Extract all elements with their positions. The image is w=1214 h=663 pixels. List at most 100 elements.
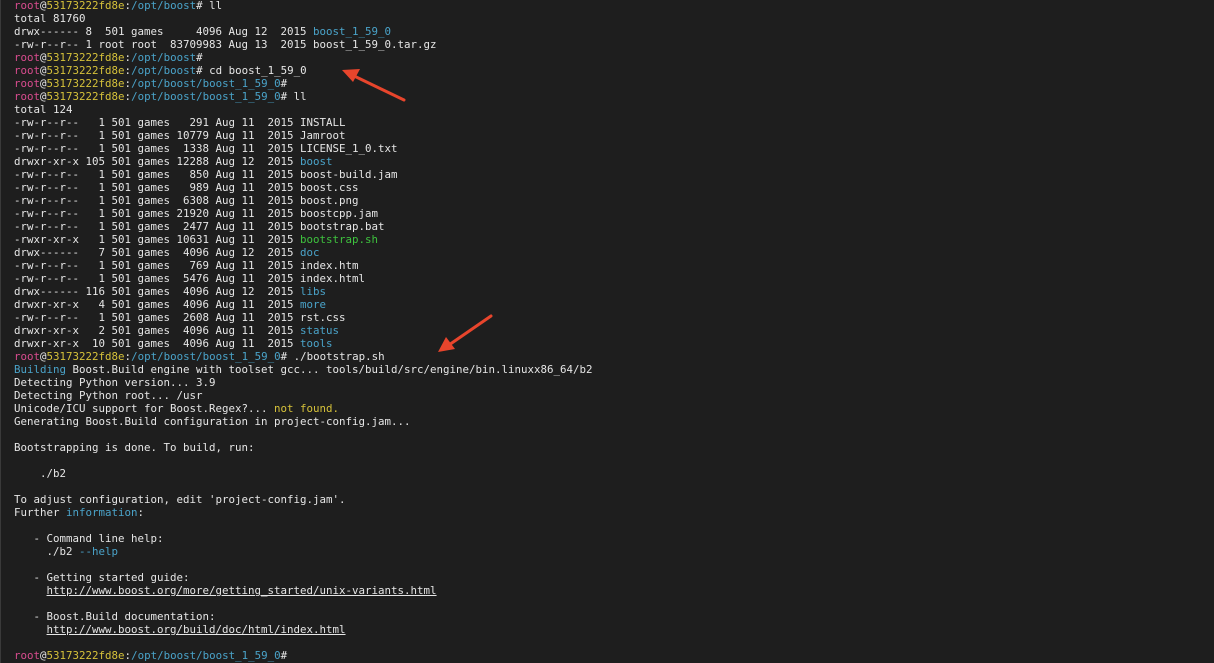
prompt-user: root: [14, 350, 41, 363]
terminal-line: -rw-r--r-- 1 501 games 5476 Aug 11 2015 …: [14, 272, 1214, 285]
directory-name: tools: [300, 337, 333, 350]
prompt-user: root: [14, 77, 41, 90]
output-text: -rwxr-xr-x 1 501 games 10631 Aug 11 2015: [14, 233, 301, 246]
terminal-line: drwxr-xr-x 10 501 games 4096 Aug 11 2015…: [14, 337, 1214, 350]
output-text: total 81760: [14, 12, 86, 25]
terminal-line: - Command line help:: [14, 532, 1214, 545]
terminal-line: -rw-r--r-- 1 501 games 6308 Aug 11 2015 …: [14, 194, 1214, 207]
prompt-path: /opt/boost: [131, 0, 197, 12]
prompt-user: root: [14, 64, 41, 77]
prompt-host: 53173222fd8e: [46, 77, 125, 90]
terminal-line: ./b2 --help: [14, 545, 1214, 558]
prompt-path: information: [66, 506, 138, 519]
prompt-path: /opt/boost: [131, 64, 197, 77]
terminal-line: root@53173222fd8e:/opt/boost/boost_1_59_…: [14, 350, 1214, 363]
directory-name: status: [300, 324, 340, 337]
terminal-line: -rw-r--r-- 1 501 games 2608 Aug 11 2015 …: [14, 311, 1214, 324]
terminal-line: root@53173222fd8e:/opt/boost#: [14, 51, 1214, 64]
terminal-line: Detecting Python version... 3.9: [14, 376, 1214, 389]
prompt-path: --help: [79, 545, 119, 558]
output-text: -rw-r--r-- 1 501 games 21920 Aug 11 2015…: [14, 207, 379, 220]
output-text: -rw-r--r-- 1 501 games 2608 Aug 11 2015 …: [14, 311, 346, 324]
output-text: drwx------ 8 501 games 4096 Aug 12 2015: [14, 25, 314, 38]
output-text: #: [196, 51, 203, 64]
terminal-line: Unicode/ICU support for Boost.Regex?... …: [14, 402, 1214, 415]
terminal-line: root@53173222fd8e:/opt/boost/boost_1_59_…: [14, 77, 1214, 90]
output-text: Detecting Python root... /usr: [14, 389, 203, 402]
terminal-line: -rw-r--r-- 1 501 games 2477 Aug 11 2015 …: [14, 220, 1214, 233]
prompt-path: /opt/boost/boost_1_59_0: [131, 649, 281, 662]
terminal-line: Generating Boost.Build configuration in …: [14, 415, 1214, 428]
output-text: -rw-r--r-- 1 501 games 10779 Aug 11 2015…: [14, 129, 346, 142]
output-text: Boost.Build engine with toolset gcc... t…: [66, 363, 593, 376]
directory-name: boost_1_59_0: [313, 25, 392, 38]
terminal-line: drwx------ 7 501 games 4096 Aug 12 2015 …: [14, 246, 1214, 259]
output-text: -rw-r--r-- 1 501 games 291 Aug 11 2015 I…: [14, 116, 346, 129]
output-text: To adjust configuration, edit 'project-c…: [14, 493, 346, 506]
output-text: drwxr-xr-x 2 501 games 4096 Aug 11 2015: [14, 324, 301, 337]
output-text: -rw-r--r-- 1 root root 83709983 Aug 13 2…: [14, 38, 437, 51]
output-text: -rw-r--r-- 1 501 games 1338 Aug 11 2015 …: [14, 142, 398, 155]
terminal-line: Further information:: [14, 506, 1214, 519]
terminal-line: drwx------ 8 501 games 4096 Aug 12 2015 …: [14, 25, 1214, 38]
prompt-host: 53173222fd8e: [46, 649, 125, 662]
output-text: :: [137, 506, 145, 519]
prompt-user: root: [14, 0, 41, 12]
terminal-line: -rw-r--r-- 1 501 games 769 Aug 11 2015 i…: [14, 259, 1214, 272]
terminal-line: drwx------ 116 501 games 4096 Aug 12 201…: [14, 285, 1214, 298]
output-text: Bootstrapping is done. To build, run:: [14, 441, 255, 454]
prompt-path: Building: [14, 363, 67, 376]
output-text: #: [280, 649, 288, 662]
terminal-line: - Getting started guide:: [14, 571, 1214, 584]
output-text: drwxr-xr-x 105 501 games 12288 Aug 12 20…: [14, 155, 301, 168]
output-text: #: [280, 77, 288, 90]
output-text: - Command line help:: [14, 532, 164, 545]
output-text: # ll: [280, 90, 307, 103]
terminal-line: drwxr-xr-x 105 501 games 12288 Aug 12 20…: [14, 155, 1214, 168]
terminal-output: root@53173222fd8e:/opt/boost# ll total 81…: [14, 0, 1214, 662]
terminal-line: -rw-r--r-- 1 501 games 989 Aug 11 2015 b…: [14, 181, 1214, 194]
prompt-host: 53173222fd8e: [46, 0, 125, 12]
output-text: drwxr-xr-x 10 501 games 4096 Aug 11 2015: [14, 337, 301, 350]
output-text: -rw-r--r-- 1 501 games 6308 Aug 11 2015 …: [14, 194, 359, 207]
url-link[interactable]: http://www.boost.org/build/doc/html/inde…: [47, 623, 346, 636]
output-text: total 124: [14, 103, 73, 116]
prompt-path: /opt/boost/boost_1_59_0: [131, 350, 281, 363]
prompt-user: root: [14, 649, 41, 662]
warning-text: not found.: [274, 402, 340, 415]
terminal-line: -rw-r--r-- 1 501 games 10779 Aug 11 2015…: [14, 129, 1214, 142]
output-text: drwx------ 116 501 games 4096 Aug 12 201…: [14, 285, 301, 298]
terminal-line: -rw-r--r-- 1 501 games 21920 Aug 11 2015…: [14, 207, 1214, 220]
terminal-line: http://www.boost.org/more/getting_starte…: [14, 584, 1214, 597]
directory-name: more: [300, 298, 327, 311]
output-text: ./b2: [14, 467, 67, 480]
prompt-path: /opt/boost/boost_1_59_0: [131, 90, 281, 103]
prompt-host: 53173222fd8e: [46, 350, 125, 363]
terminal-line: root@53173222fd8e:/opt/boost/boost_1_59_…: [14, 649, 1214, 662]
terminal-line: Detecting Python root... /usr: [14, 389, 1214, 402]
terminal-line: http://www.boost.org/build/doc/html/inde…: [14, 623, 1214, 636]
output-text: # ./bootstrap.sh: [280, 350, 385, 363]
terminal-line: -rw-r--r-- 1 root root 83709983 Aug 13 2…: [14, 38, 1214, 51]
output-text: - Getting started guide:: [14, 571, 190, 584]
terminal-line: Bootstrapping is done. To build, run:: [14, 441, 1214, 454]
terminal-line: root@53173222fd8e:/opt/boost/boost_1_59_…: [14, 90, 1214, 103]
output-text: ./b2: [14, 545, 80, 558]
output-text: -rw-r--r-- 1 501 games 989 Aug 11 2015 b…: [14, 181, 359, 194]
terminal-line: Building Boost.Build engine with toolset…: [14, 363, 1214, 376]
output-text: -rw-r--r-- 1 501 games 5476 Aug 11 2015 …: [14, 272, 366, 285]
prompt-path: /opt/boost: [131, 51, 197, 64]
output-text: -rw-r--r-- 1 501 games 850 Aug 11 2015 b…: [14, 168, 398, 181]
url-link[interactable]: http://www.boost.org/more/getting_starte…: [47, 584, 437, 597]
terminal-line: drwxr-xr-x 4 501 games 4096 Aug 11 2015 …: [14, 298, 1214, 311]
prompt-host: 53173222fd8e: [46, 64, 125, 77]
terminal-window[interactable]: root@53173222fd8e:/opt/boost# ll total 81…: [0, 0, 1214, 663]
terminal-line: ./b2: [14, 467, 1214, 480]
executable-name: bootstrap.sh: [300, 233, 379, 246]
